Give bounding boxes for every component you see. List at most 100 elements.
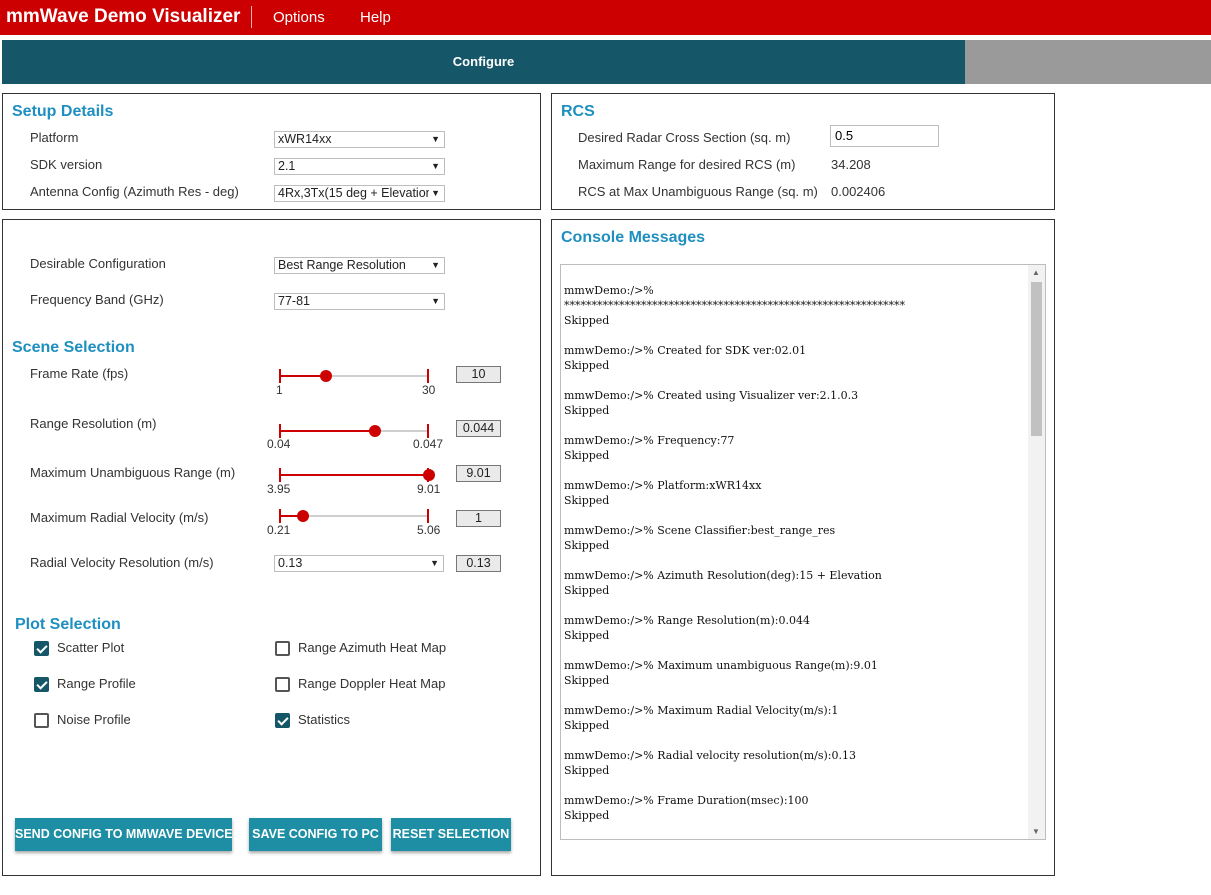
console-line: mmwDemo:/>% — [564, 284, 654, 297]
desired-rcs-input[interactable]: 0.5 — [830, 125, 939, 147]
frame-rate-value: 10 — [456, 366, 501, 383]
send-config-button[interactable]: SEND CONFIG TO MMWAVE DEVICE — [15, 818, 233, 851]
range-profile-label: Range Profile — [57, 676, 136, 691]
desirable-config-select[interactable]: Best Range Resolution ▼ — [274, 257, 445, 274]
slider-max-tick — [427, 509, 429, 523]
radial-velocity-resolution-select[interactable]: 0.13 ▼ — [274, 555, 444, 572]
console-line: mmwDemo:/>% Radial velocity resolution(m… — [564, 749, 856, 762]
console-line: Skipped — [564, 674, 610, 687]
console-messages-title: Console Messages — [561, 229, 706, 246]
scatter-plot-label: Scatter Plot — [57, 640, 125, 655]
console-line: Skipped — [564, 314, 610, 327]
reset-selection-button[interactable]: RESET SELECTION — [391, 818, 511, 851]
console-scrollbar[interactable]: ▲ ▼ — [1028, 265, 1045, 839]
console-line: Skipped — [564, 539, 610, 552]
range-resolution-slider-thumb[interactable] — [369, 425, 382, 437]
frame-rate-slider-thumb[interactable] — [319, 370, 332, 382]
scatter-plot-checkbox[interactable] — [34, 641, 49, 656]
console-line: mmwDemo:/>% Created using Visualizer ver… — [564, 389, 859, 402]
max-range-rcs-label: Maximum Range for desired RCS (m) — [578, 157, 796, 172]
range-azimuth-heatmap-label: Range Azimuth Heat Map — [298, 640, 447, 655]
antenna-config-select[interactable]: 4Rx,3Tx(15 deg + Elevation) ▼ — [274, 185, 445, 202]
console-output[interactable]: mmwDemo:/>% *****************************… — [560, 264, 1046, 840]
menu-divider — [251, 6, 252, 28]
max-unambiguous-range-slider-thumb[interactable] — [423, 469, 435, 481]
sdk-version-select-value: 2.1 — [278, 159, 296, 173]
console-line: Skipped — [564, 809, 610, 822]
save-config-button[interactable]: SAVE CONFIG TO PC — [249, 818, 382, 851]
max-radial-velocity-slider-thumb[interactable] — [297, 510, 310, 522]
max-unambiguous-range-slider[interactable] — [279, 468, 435, 482]
console-line: mmwDemo:/>% Scene Classifier:best_range_… — [564, 524, 836, 537]
rcs-max-range-label: RCS at Max Unambiguous Range (sq. m) — [578, 184, 818, 199]
desirable-config-select-value: Best Range Resolution — [278, 258, 406, 272]
noise-profile-checkbox[interactable] — [34, 713, 49, 728]
console-text: mmwDemo:/>% *****************************… — [564, 283, 1026, 823]
tab-configure-label: Configure — [452, 54, 515, 69]
tab-configure[interactable]: Configure — [2, 40, 965, 84]
scroll-down-icon[interactable]: ▼ — [1032, 827, 1040, 836]
desirable-config-label: Desirable Configuration — [30, 256, 166, 271]
chevron-down-icon: ▼ — [429, 186, 440, 201]
menu-options[interactable]: Options — [273, 9, 325, 26]
console-line: mmwDemo:/>% Azimuth Resolution(deg):15 +… — [564, 569, 882, 582]
rcs-max-range-value: 0.002406 — [831, 184, 886, 199]
max-radial-velocity-value: 1 — [456, 510, 501, 527]
range-doppler-heatmap-checkbox[interactable] — [275, 677, 290, 692]
frequency-band-select[interactable]: 77-81 ▼ — [274, 293, 445, 310]
plot-selection-title: Plot Selection — [15, 616, 121, 633]
max-radial-velocity-label: Maximum Radial Velocity (m/s) — [30, 510, 209, 525]
scene-selection-title: Scene Selection — [12, 339, 135, 356]
range-profile-checkbox[interactable] — [34, 677, 49, 692]
slider-min-tick — [279, 509, 281, 523]
range-resolution-min: 0.04 — [267, 437, 291, 451]
range-azimuth-heatmap-checkbox[interactable] — [275, 641, 290, 656]
rcs-title: RCS — [561, 103, 595, 120]
range-doppler-heatmap-label: Range Doppler Heat Map — [298, 676, 446, 691]
console-line: mmwDemo:/>% Frame Duration(msec):100 — [564, 794, 809, 807]
sdk-version-select[interactable]: 2.1 ▼ — [274, 158, 445, 175]
range-resolution-slider-fill — [279, 430, 376, 432]
max-radial-velocity-max: 5.06 — [417, 523, 441, 537]
console-line: Skipped — [564, 449, 610, 462]
frame-rate-min: 1 — [276, 383, 283, 397]
frame-rate-slider[interactable] — [279, 369, 429, 383]
chevron-down-icon: ▼ — [429, 132, 440, 147]
platform-label: Platform — [30, 130, 79, 145]
menu-help[interactable]: Help — [360, 9, 391, 26]
range-resolution-label: Range Resolution (m) — [30, 416, 157, 431]
setup-details-title: Setup Details — [12, 103, 114, 120]
max-unambiguous-range-max: 9.01 — [417, 482, 441, 496]
console-line: ****************************************… — [564, 299, 905, 312]
console-line: Skipped — [564, 764, 610, 777]
slider-min-tick — [279, 468, 281, 482]
desired-rcs-label: Desired Radar Cross Section (sq. m) — [578, 130, 791, 145]
scroll-up-icon[interactable]: ▲ — [1032, 268, 1040, 277]
slider-max-tick — [427, 424, 429, 438]
console-scrollbar-thumb[interactable] — [1031, 282, 1042, 436]
rcs-panel: RCS Desired Radar Cross Section (sq. m) … — [551, 93, 1055, 210]
frequency-band-label: Frequency Band (GHz) — [30, 292, 164, 307]
console-line: mmwDemo:/>% Frequency:77 — [564, 434, 735, 447]
slider-min-tick — [279, 424, 281, 438]
max-radial-velocity-slider[interactable] — [279, 509, 429, 523]
console-line: Skipped — [564, 359, 610, 372]
platform-select[interactable]: xWR14xx ▼ — [274, 131, 445, 148]
range-resolution-slider[interactable] — [279, 424, 429, 438]
statistics-checkbox[interactable] — [275, 713, 290, 728]
tab-bar-filler — [965, 40, 1211, 84]
console-line: mmwDemo:/>% Maximum unambiguous Range(m)… — [564, 659, 878, 672]
antenna-config-label: Antenna Config (Azimuth Res - deg) — [30, 184, 239, 199]
max-unambiguous-range-label: Maximum Unambiguous Range (m) — [30, 465, 236, 480]
app-title: mmWave Demo Visualizer — [6, 6, 241, 27]
console-line: mmwDemo:/>% Maximum Radial Velocity(m/s)… — [564, 704, 839, 717]
